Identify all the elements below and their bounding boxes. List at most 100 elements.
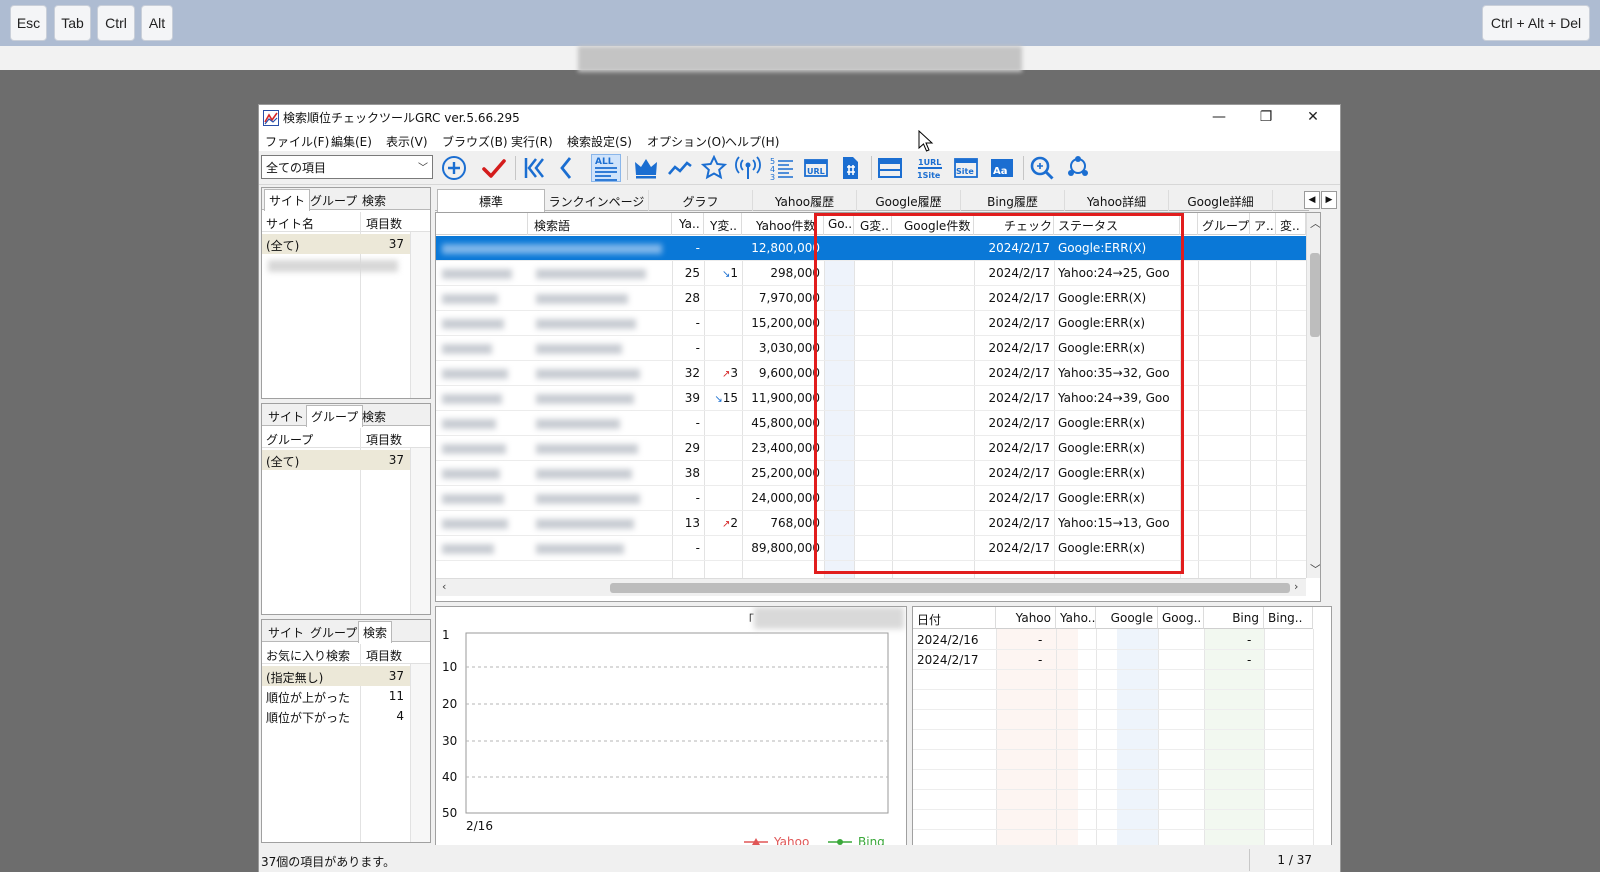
column-bing[interactable]: Bing bbox=[1204, 607, 1264, 629]
table-row[interactable]: 29 23,400,000 2024/2/17 Google:ERR(x) bbox=[436, 436, 1306, 461]
tab-scroll-right-button[interactable]: ▶ bbox=[1321, 191, 1337, 209]
scroll-right-icon[interactable]: › bbox=[1294, 580, 1298, 593]
tab-search[interactable]: 検索 bbox=[358, 190, 390, 210]
tab-google-history[interactable]: Google履歴 bbox=[857, 190, 961, 211]
broadcast-button[interactable] bbox=[733, 154, 763, 182]
column-date[interactable]: 日付 bbox=[913, 607, 996, 629]
tab-rankin-page[interactable]: ランクインページ bbox=[545, 190, 649, 211]
column-bing-change[interactable]: Bing.. bbox=[1264, 607, 1313, 629]
table-row[interactable]: 28 7,970,000 2024/2/17 Google:ERR(X) bbox=[436, 286, 1306, 311]
column-count[interactable]: 項目数 bbox=[366, 431, 402, 448]
favorite-button[interactable] bbox=[699, 154, 729, 182]
column-group[interactable]: グループ bbox=[266, 431, 313, 448]
column-site-name[interactable]: サイト名 bbox=[266, 215, 314, 232]
list-item[interactable]: 順位が下がった 4 bbox=[262, 706, 410, 726]
column-count[interactable]: 項目数 bbox=[366, 647, 402, 664]
font-button[interactable]: Aa bbox=[987, 154, 1017, 182]
column-google[interactable]: Google bbox=[1096, 607, 1158, 629]
tab-group[interactable]: グループ bbox=[306, 405, 364, 427]
site-button[interactable]: Site bbox=[951, 154, 981, 182]
menu-options[interactable]: オプション(O) bbox=[647, 133, 726, 150]
table-row[interactable]: 38 25,200,000 2024/2/17 Google:ERR(x) bbox=[436, 461, 1306, 486]
item-filter-select[interactable]: 全ての項目 ﹀ bbox=[261, 155, 433, 179]
tab-standard[interactable]: 標準 bbox=[437, 189, 545, 212]
table-row[interactable]: 2024/2/17 - - bbox=[913, 650, 1313, 670]
table-row[interactable]: - 15,200,000 2024/2/17 Google:ERR(x) bbox=[436, 311, 1306, 336]
table-row[interactable]: - 45,800,000 2024/2/17 Google:ERR(x) bbox=[436, 411, 1306, 436]
menu-view[interactable]: 表示(V) bbox=[386, 133, 428, 150]
tab-bing-history[interactable]: Bing履歴 bbox=[961, 190, 1065, 211]
column-yahoo-change[interactable]: Yaho.. bbox=[1056, 607, 1096, 629]
column-count[interactable]: 項目数 bbox=[366, 215, 402, 232]
grid-horizontal-thumb[interactable] bbox=[610, 583, 1290, 593]
menu-edit[interactable]: 編集(E) bbox=[331, 133, 372, 150]
tab-yahoo-detail[interactable]: Yahoo詳細 bbox=[1065, 190, 1169, 211]
grid-horizontal-scrollbar[interactable]: ‹ › bbox=[436, 578, 1306, 596]
alt-key-button[interactable]: Alt bbox=[141, 5, 173, 41]
column-group[interactable]: グループ bbox=[1198, 213, 1250, 235]
tab-group[interactable]: グループ bbox=[306, 622, 361, 642]
rank-list-button[interactable]: 543 bbox=[767, 154, 797, 182]
tab-site[interactable]: サイト bbox=[264, 622, 308, 642]
column-google-rank[interactable]: Go.. bbox=[824, 213, 854, 235]
list-item[interactable]: 順位が上がった 11 bbox=[262, 686, 410, 706]
show-all-button[interactable]: ALL bbox=[591, 154, 621, 182]
column-keyword[interactable]: 検索語 bbox=[528, 213, 672, 235]
ctrl-key-button[interactable]: Ctrl bbox=[97, 5, 135, 41]
menu-file[interactable]: ファイル(F) bbox=[265, 133, 329, 150]
scroll-down-icon[interactable]: ﹀ bbox=[1310, 561, 1320, 577]
maximize-button[interactable]: ❐ bbox=[1243, 105, 1289, 131]
table-row[interactable]: - 89,800,000 2024/2/17 Google:ERR(x) bbox=[436, 536, 1306, 561]
minimize-button[interactable]: — bbox=[1196, 105, 1242, 131]
grid-vertical-scrollbar[interactable]: ︿ ﹀ bbox=[1306, 213, 1320, 578]
ctrl-alt-del-button[interactable]: Ctrl + Alt + Del bbox=[1482, 5, 1590, 41]
check-button[interactable] bbox=[479, 154, 509, 182]
first-button[interactable] bbox=[519, 154, 549, 182]
menu-search-settings[interactable]: 検索設定(S) bbox=[567, 133, 632, 150]
sites-scrollbar[interactable] bbox=[410, 232, 430, 398]
esc-key-button[interactable]: Esc bbox=[10, 5, 47, 41]
table-row[interactable]: 32 9,600,000 2024/2/17 Yahoo:35→32, Goo ↗3 bbox=[436, 361, 1306, 386]
search-scrollbar[interactable] bbox=[410, 664, 430, 842]
tab-site[interactable]: サイト bbox=[264, 189, 311, 211]
menu-help[interactable]: ヘルプ(H) bbox=[725, 133, 779, 150]
column-yahoo-count[interactable]: Yahoo件数 bbox=[742, 213, 824, 235]
list-item[interactable]: (全て) 37 bbox=[262, 450, 410, 470]
column-a[interactable]: ア.. bbox=[1250, 213, 1276, 235]
table-row[interactable]: 13 768,000 2024/2/17 Yahoo:15→13, Goo ↗2 bbox=[436, 511, 1306, 536]
share-button[interactable] bbox=[1063, 154, 1093, 182]
column-change[interactable]: 変.. bbox=[1276, 213, 1306, 235]
table-row[interactable]: 39 11,900,000 2024/2/17 Yahoo:24→39, Goo ↘15 bbox=[436, 386, 1306, 411]
tab-key-button[interactable]: Tab bbox=[54, 5, 91, 41]
table-row[interactable]: - 3,030,000 2024/2/17 Google:ERR(x) bbox=[436, 336, 1306, 361]
column-google-change[interactable]: G変.. bbox=[854, 213, 892, 235]
column-google-change[interactable]: Goog.. bbox=[1158, 607, 1204, 629]
tab-search[interactable]: 検索 bbox=[358, 621, 393, 643]
search-button[interactable] bbox=[1027, 154, 1057, 182]
column-check-date[interactable]: チェック日 bbox=[974, 213, 1054, 235]
groups-scrollbar[interactable] bbox=[410, 448, 430, 614]
tab-google-detail[interactable]: Google詳細 bbox=[1169, 190, 1273, 211]
scroll-up-icon[interactable]: ︿ bbox=[1310, 215, 1320, 231]
table-row[interactable]: 25 298,000 2024/2/17 Yahoo:24→25, Goo ↘1 bbox=[436, 261, 1306, 286]
column-status[interactable]: ステータス bbox=[1054, 213, 1180, 235]
tab-scroll-left-button[interactable]: ◀ bbox=[1304, 191, 1320, 209]
table-row[interactable]: 2024/2/16 - - bbox=[913, 630, 1313, 650]
column-yahoo-change[interactable]: Y変.. bbox=[704, 213, 742, 235]
list-item[interactable]: (指定無し) 37 bbox=[262, 666, 410, 686]
graph-button[interactable] bbox=[665, 154, 695, 182]
one-url-one-site-button[interactable]: 1URL 1Site bbox=[915, 154, 945, 182]
column-google-count[interactable]: Google件数 bbox=[892, 213, 974, 235]
tab-site[interactable]: サイト bbox=[264, 406, 308, 426]
scroll-left-icon[interactable]: ‹ bbox=[442, 580, 446, 593]
menu-run[interactable]: 実行(R) bbox=[511, 133, 553, 150]
column-yahoo[interactable]: Yahoo bbox=[996, 607, 1056, 629]
menu-browse[interactable]: ブラウズ(B) bbox=[442, 133, 508, 150]
previous-button[interactable] bbox=[551, 154, 581, 182]
table-row[interactable]: - 12,800,000 2024/2/17 Google:ERR(X) bbox=[436, 236, 1306, 261]
list-item[interactable]: (全て) 37 bbox=[262, 234, 410, 254]
column-yahoo-rank[interactable]: Ya.. bbox=[672, 213, 704, 235]
grid-vertical-thumb[interactable] bbox=[1310, 253, 1320, 337]
tab-graph[interactable]: グラフ bbox=[649, 190, 753, 211]
table-row[interactable]: - 24,000,000 2024/2/17 Google:ERR(x) bbox=[436, 486, 1306, 511]
